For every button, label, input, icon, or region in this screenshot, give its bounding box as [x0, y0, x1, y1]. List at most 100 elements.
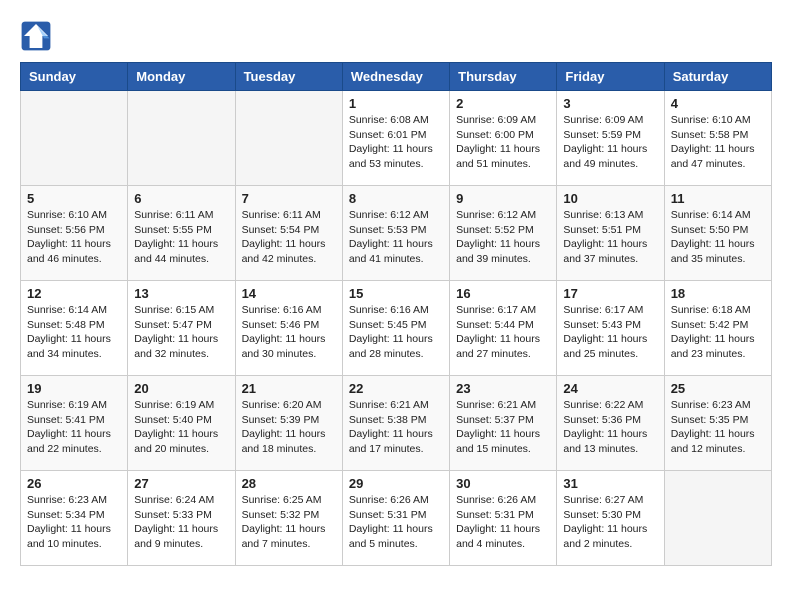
- day-info: Sunrise: 6:12 AM Sunset: 5:53 PM Dayligh…: [349, 208, 443, 267]
- calendar-cell: 10 Sunrise: 6:13 AM Sunset: 5:51 PM Dayli…: [557, 186, 664, 281]
- calendar-cell: 1Sunrise: 6:08 AM Sunset: 6:01 PM Daylig…: [342, 91, 449, 186]
- calendar-cell: 25 Sunrise: 6:23 AM Sunset: 5:35 PM Dayli…: [664, 376, 771, 471]
- day-info: Sunrise: 6:17 AM Sunset: 5:44 PM Dayligh…: [456, 303, 550, 362]
- day-number: 19: [27, 381, 121, 396]
- calendar-cell: 11 Sunrise: 6:14 AM Sunset: 5:50 PM Dayli…: [664, 186, 771, 281]
- day-info: Sunrise: 6:14 AM Sunset: 5:48 PM Dayligh…: [27, 303, 121, 362]
- day-info: Sunrise: 6:14 AM Sunset: 5:50 PM Dayligh…: [671, 208, 765, 267]
- calendar-cell: 13 Sunrise: 6:15 AM Sunset: 5:47 PM Dayli…: [128, 281, 235, 376]
- calendar-cell: 28 Sunrise: 6:25 AM Sunset: 5:32 PM Dayli…: [235, 471, 342, 566]
- day-number: 18: [671, 286, 765, 301]
- day-number: 10: [563, 191, 657, 206]
- calendar-table: SundayMondayTuesdayWednesdayThursdayFrid…: [20, 62, 772, 566]
- logo-icon: [20, 20, 52, 52]
- calendar-week-row: 1Sunrise: 6:08 AM Sunset: 6:01 PM Daylig…: [21, 91, 772, 186]
- weekday-header: Monday: [128, 63, 235, 91]
- day-number: 25: [671, 381, 765, 396]
- day-info: Sunrise: 6:23 AM Sunset: 5:34 PM Dayligh…: [27, 493, 121, 552]
- day-info: Sunrise: 6:08 AM Sunset: 6:01 PM Dayligh…: [349, 113, 443, 172]
- day-info: Sunrise: 6:11 AM Sunset: 5:55 PM Dayligh…: [134, 208, 228, 267]
- calendar-cell: 14 Sunrise: 6:16 AM Sunset: 5:46 PM Dayli…: [235, 281, 342, 376]
- calendar-week-row: 26 Sunrise: 6:23 AM Sunset: 5:34 PM Dayli…: [21, 471, 772, 566]
- calendar-cell: 19Sunrise: 6:19 AM Sunset: 5:41 PM Dayli…: [21, 376, 128, 471]
- calendar-cell: [21, 91, 128, 186]
- day-info: Sunrise: 6:18 AM Sunset: 5:42 PM Dayligh…: [671, 303, 765, 362]
- calendar-cell: 26 Sunrise: 6:23 AM Sunset: 5:34 PM Dayli…: [21, 471, 128, 566]
- day-info: Sunrise: 6:13 AM Sunset: 5:51 PM Dayligh…: [563, 208, 657, 267]
- weekday-header: Wednesday: [342, 63, 449, 91]
- day-info: Sunrise: 6:19 AM Sunset: 5:40 PM Dayligh…: [134, 398, 228, 457]
- calendar-header-row: SundayMondayTuesdayWednesdayThursdayFrid…: [21, 63, 772, 91]
- day-number: 17: [563, 286, 657, 301]
- calendar-cell: 21 Sunrise: 6:20 AM Sunset: 5:39 PM Dayli…: [235, 376, 342, 471]
- calendar-cell: 16 Sunrise: 6:17 AM Sunset: 5:44 PM Dayli…: [450, 281, 557, 376]
- day-info: Sunrise: 6:26 AM Sunset: 5:31 PM Dayligh…: [349, 493, 443, 552]
- calendar-cell: 30 Sunrise: 6:26 AM Sunset: 5:31 PM Dayli…: [450, 471, 557, 566]
- day-info: Sunrise: 6:10 AM Sunset: 5:58 PM Dayligh…: [671, 113, 765, 172]
- weekday-header: Thursday: [450, 63, 557, 91]
- calendar-week-row: 19Sunrise: 6:19 AM Sunset: 5:41 PM Dayli…: [21, 376, 772, 471]
- day-number: 22: [349, 381, 443, 396]
- day-number: 29: [349, 476, 443, 491]
- day-info: Sunrise: 6:12 AM Sunset: 5:52 PM Dayligh…: [456, 208, 550, 267]
- calendar-cell: 9 Sunrise: 6:12 AM Sunset: 5:52 PM Daylig…: [450, 186, 557, 281]
- calendar-cell: 4 Sunrise: 6:10 AM Sunset: 5:58 PM Daylig…: [664, 91, 771, 186]
- day-number: 30: [456, 476, 550, 491]
- calendar-cell: [235, 91, 342, 186]
- day-number: 9: [456, 191, 550, 206]
- calendar-cell: 18 Sunrise: 6:18 AM Sunset: 5:42 PM Dayli…: [664, 281, 771, 376]
- day-number: 4: [671, 96, 765, 111]
- calendar-cell: 31 Sunrise: 6:27 AM Sunset: 5:30 PM Dayli…: [557, 471, 664, 566]
- calendar-cell: 2Sunrise: 6:09 AM Sunset: 6:00 PM Daylig…: [450, 91, 557, 186]
- logo: [20, 20, 56, 52]
- day-number: 14: [242, 286, 336, 301]
- weekday-header: Tuesday: [235, 63, 342, 91]
- day-number: 16: [456, 286, 550, 301]
- day-number: 26: [27, 476, 121, 491]
- day-info: Sunrise: 6:23 AM Sunset: 5:35 PM Dayligh…: [671, 398, 765, 457]
- calendar-cell: 23Sunrise: 6:21 AM Sunset: 5:37 PM Dayli…: [450, 376, 557, 471]
- day-info: Sunrise: 6:20 AM Sunset: 5:39 PM Dayligh…: [242, 398, 336, 457]
- calendar-cell: 22 Sunrise: 6:21 AM Sunset: 5:38 PM Dayli…: [342, 376, 449, 471]
- day-number: 21: [242, 381, 336, 396]
- day-info: Sunrise: 6:21 AM Sunset: 5:37 PM Dayligh…: [456, 398, 550, 457]
- weekday-header: Friday: [557, 63, 664, 91]
- calendar-cell: 20 Sunrise: 6:19 AM Sunset: 5:40 PM Dayli…: [128, 376, 235, 471]
- calendar-week-row: 5Sunrise: 6:10 AM Sunset: 5:56 PM Daylig…: [21, 186, 772, 281]
- day-number: 8: [349, 191, 443, 206]
- day-info: Sunrise: 6:25 AM Sunset: 5:32 PM Dayligh…: [242, 493, 336, 552]
- page-header: [20, 20, 772, 52]
- day-info: Sunrise: 6:26 AM Sunset: 5:31 PM Dayligh…: [456, 493, 550, 552]
- day-number: 31: [563, 476, 657, 491]
- day-info: Sunrise: 6:17 AM Sunset: 5:43 PM Dayligh…: [563, 303, 657, 362]
- day-info: Sunrise: 6:22 AM Sunset: 5:36 PM Dayligh…: [563, 398, 657, 457]
- day-info: Sunrise: 6:16 AM Sunset: 5:46 PM Dayligh…: [242, 303, 336, 362]
- calendar-week-row: 12Sunrise: 6:14 AM Sunset: 5:48 PM Dayli…: [21, 281, 772, 376]
- day-info: Sunrise: 6:24 AM Sunset: 5:33 PM Dayligh…: [134, 493, 228, 552]
- day-info: Sunrise: 6:09 AM Sunset: 6:00 PM Dayligh…: [456, 113, 550, 172]
- calendar-cell: 6Sunrise: 6:11 AM Sunset: 5:55 PM Daylig…: [128, 186, 235, 281]
- calendar-cell: 17 Sunrise: 6:17 AM Sunset: 5:43 PM Dayli…: [557, 281, 664, 376]
- day-number: 11: [671, 191, 765, 206]
- day-info: Sunrise: 6:11 AM Sunset: 5:54 PM Dayligh…: [242, 208, 336, 267]
- day-number: 15: [349, 286, 443, 301]
- day-number: 13: [134, 286, 228, 301]
- day-number: 24: [563, 381, 657, 396]
- day-number: 7: [242, 191, 336, 206]
- weekday-header: Sunday: [21, 63, 128, 91]
- calendar-cell: 24 Sunrise: 6:22 AM Sunset: 5:36 PM Dayli…: [557, 376, 664, 471]
- calendar-cell: 5Sunrise: 6:10 AM Sunset: 5:56 PM Daylig…: [21, 186, 128, 281]
- calendar-cell: 15Sunrise: 6:16 AM Sunset: 5:45 PM Dayli…: [342, 281, 449, 376]
- day-info: Sunrise: 6:15 AM Sunset: 5:47 PM Dayligh…: [134, 303, 228, 362]
- day-number: 20: [134, 381, 228, 396]
- calendar-cell: 7 Sunrise: 6:11 AM Sunset: 5:54 PM Daylig…: [235, 186, 342, 281]
- day-info: Sunrise: 6:10 AM Sunset: 5:56 PM Dayligh…: [27, 208, 121, 267]
- calendar-cell: 27 Sunrise: 6:24 AM Sunset: 5:33 PM Dayli…: [128, 471, 235, 566]
- day-info: Sunrise: 6:09 AM Sunset: 5:59 PM Dayligh…: [563, 113, 657, 172]
- day-info: Sunrise: 6:27 AM Sunset: 5:30 PM Dayligh…: [563, 493, 657, 552]
- day-info: Sunrise: 6:21 AM Sunset: 5:38 PM Dayligh…: [349, 398, 443, 457]
- day-number: 27: [134, 476, 228, 491]
- calendar-cell: 29 Sunrise: 6:26 AM Sunset: 5:31 PM Dayli…: [342, 471, 449, 566]
- calendar-cell: 12Sunrise: 6:14 AM Sunset: 5:48 PM Dayli…: [21, 281, 128, 376]
- day-number: 28: [242, 476, 336, 491]
